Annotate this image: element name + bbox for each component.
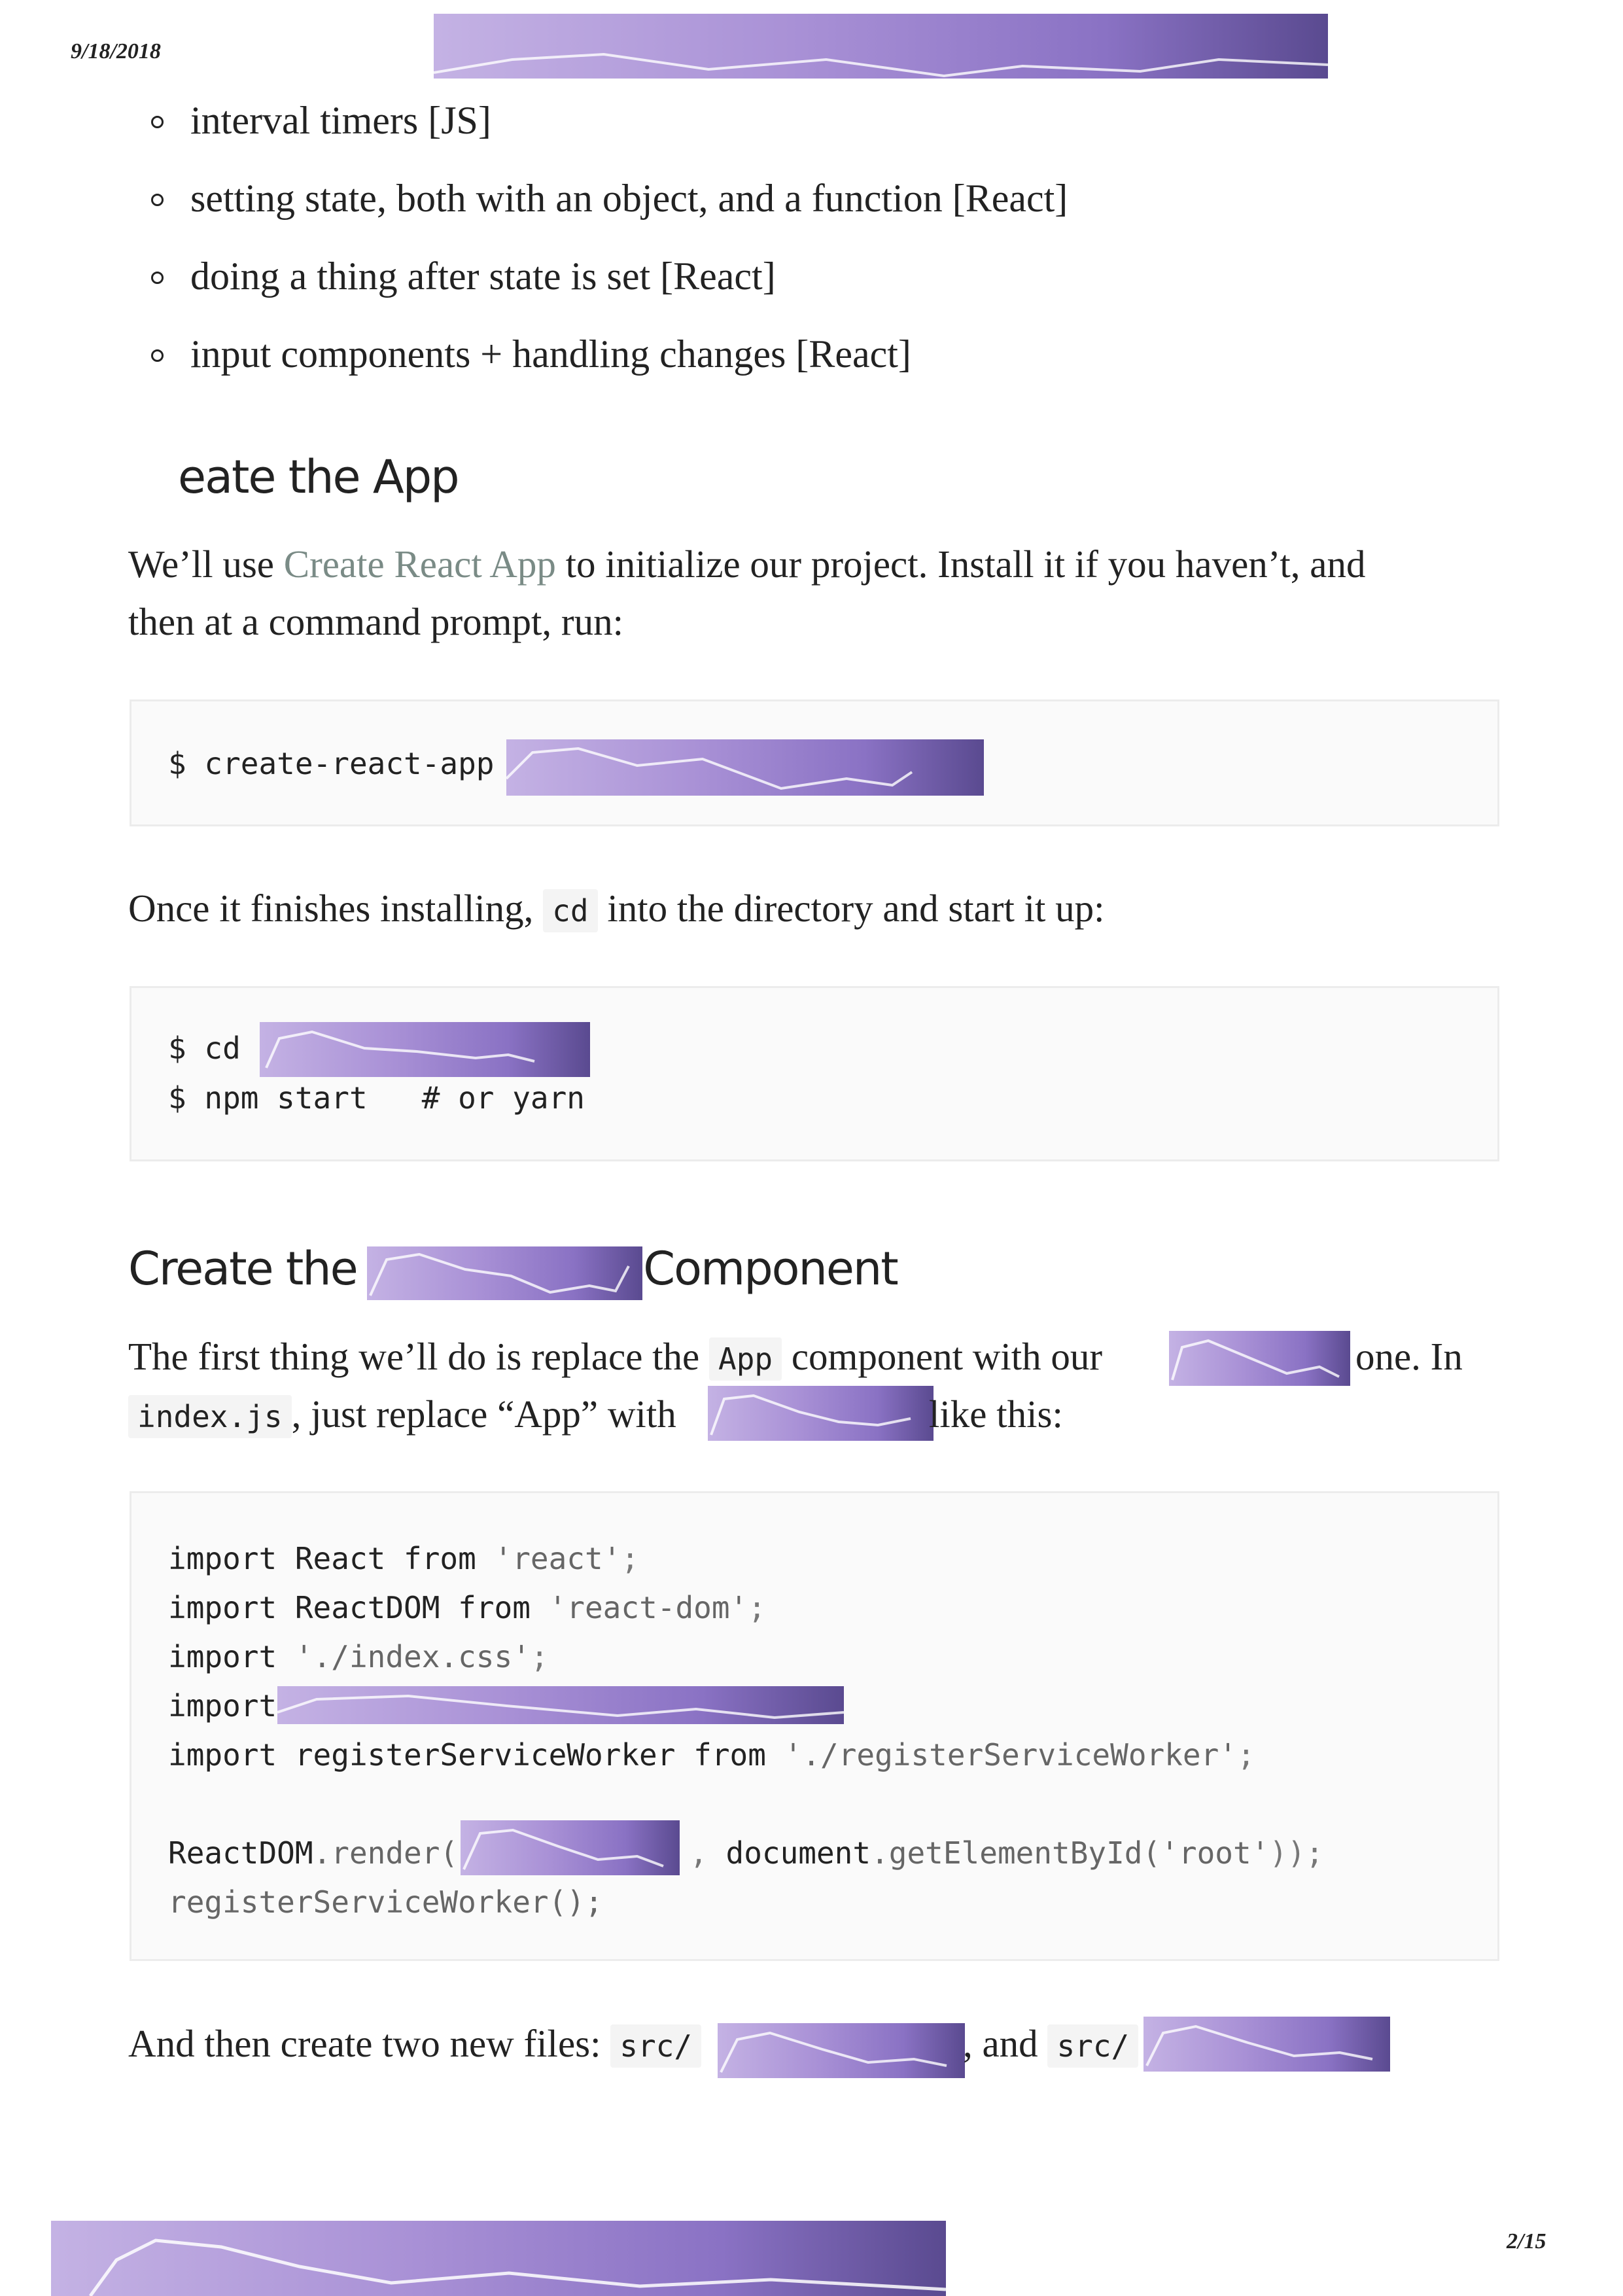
code-line: import ReactDOM from 'react-dom'; — [168, 1590, 766, 1625]
code-line: $ cd — [168, 1031, 259, 1066]
redacted-file-name — [718, 2023, 965, 2078]
intro-paragraph: We’ll use Create React App to initialize… — [128, 542, 1366, 643]
replace-paragraph-line1: The first thing we’ll do is replace the … — [128, 1328, 1102, 1388]
topic-list: interval timers [JS] setting state, both… — [147, 82, 1068, 393]
list-item: doing a thing after state is set [React] — [147, 238, 1068, 315]
new-files-paragraph: And then create two new files: src/ — [128, 2015, 702, 2075]
redacted-component-name — [1169, 1331, 1350, 1386]
bullet-circle-icon — [151, 349, 164, 362]
redacted-footer-url — [51, 2221, 946, 2296]
print-date: 9/18/2018 — [71, 39, 161, 63]
new-files-paragraph-mid: , and src/ — [963, 2015, 1139, 2075]
code-line: registerServiceWorker(); — [168, 1884, 603, 1920]
page-number: 2/15 — [1507, 2229, 1546, 2253]
inline-code: App — [709, 1337, 782, 1381]
bullet-circle-icon — [151, 116, 164, 128]
replace-paragraph-line2: index.js, just replace “App” with — [128, 1385, 676, 1445]
redacted-project-name — [506, 739, 984, 796]
redacted-file-name — [1143, 2017, 1390, 2072]
code-line: import registerServiceWorker from './reg… — [168, 1737, 1255, 1773]
redacted-component-name — [708, 1386, 934, 1441]
redacted-directory-name — [260, 1022, 590, 1077]
replace-paragraph-end: one. In — [1355, 1335, 1463, 1378]
inline-code: cd — [543, 889, 598, 932]
code-line: import React from 'react'; — [168, 1541, 640, 1576]
redacted-title-bar — [434, 14, 1328, 79]
replace-paragraph-end: like this: — [929, 1392, 1063, 1436]
create-react-app-link[interactable]: Create React App — [284, 542, 556, 586]
bullet-circle-icon — [151, 272, 164, 284]
code-line: import './index.css'; — [168, 1639, 549, 1674]
bullet-circle-icon — [151, 194, 164, 206]
redacted-import-line — [277, 1686, 844, 1724]
code-block-index: import React from 'react'; import ReactD… — [130, 1491, 1499, 1961]
inline-code: src/ — [610, 2024, 702, 2068]
inline-code: index.js — [128, 1395, 292, 1438]
list-item: setting state, both with an object, and … — [147, 160, 1068, 238]
list-item: interval timers [JS] — [147, 82, 1068, 160]
redacted-render-arg — [461, 1820, 680, 1875]
list-item: input components + handling changes [Rea… — [147, 315, 1068, 393]
section-heading-create-app: eate the App — [178, 450, 460, 504]
redacted-component-name — [367, 1246, 642, 1300]
code-line: ReactDOM.render(, document.getElementByI… — [168, 1835, 1324, 1871]
code-line: $ create-react-app — [168, 746, 513, 781]
inline-code: src/ — [1047, 2024, 1139, 2068]
install-paragraph: Once it finishes installing, cd into the… — [128, 879, 1105, 940]
code-line: import — [168, 1688, 277, 1723]
code-line: $ npm start # or yarn — [168, 1080, 585, 1116]
